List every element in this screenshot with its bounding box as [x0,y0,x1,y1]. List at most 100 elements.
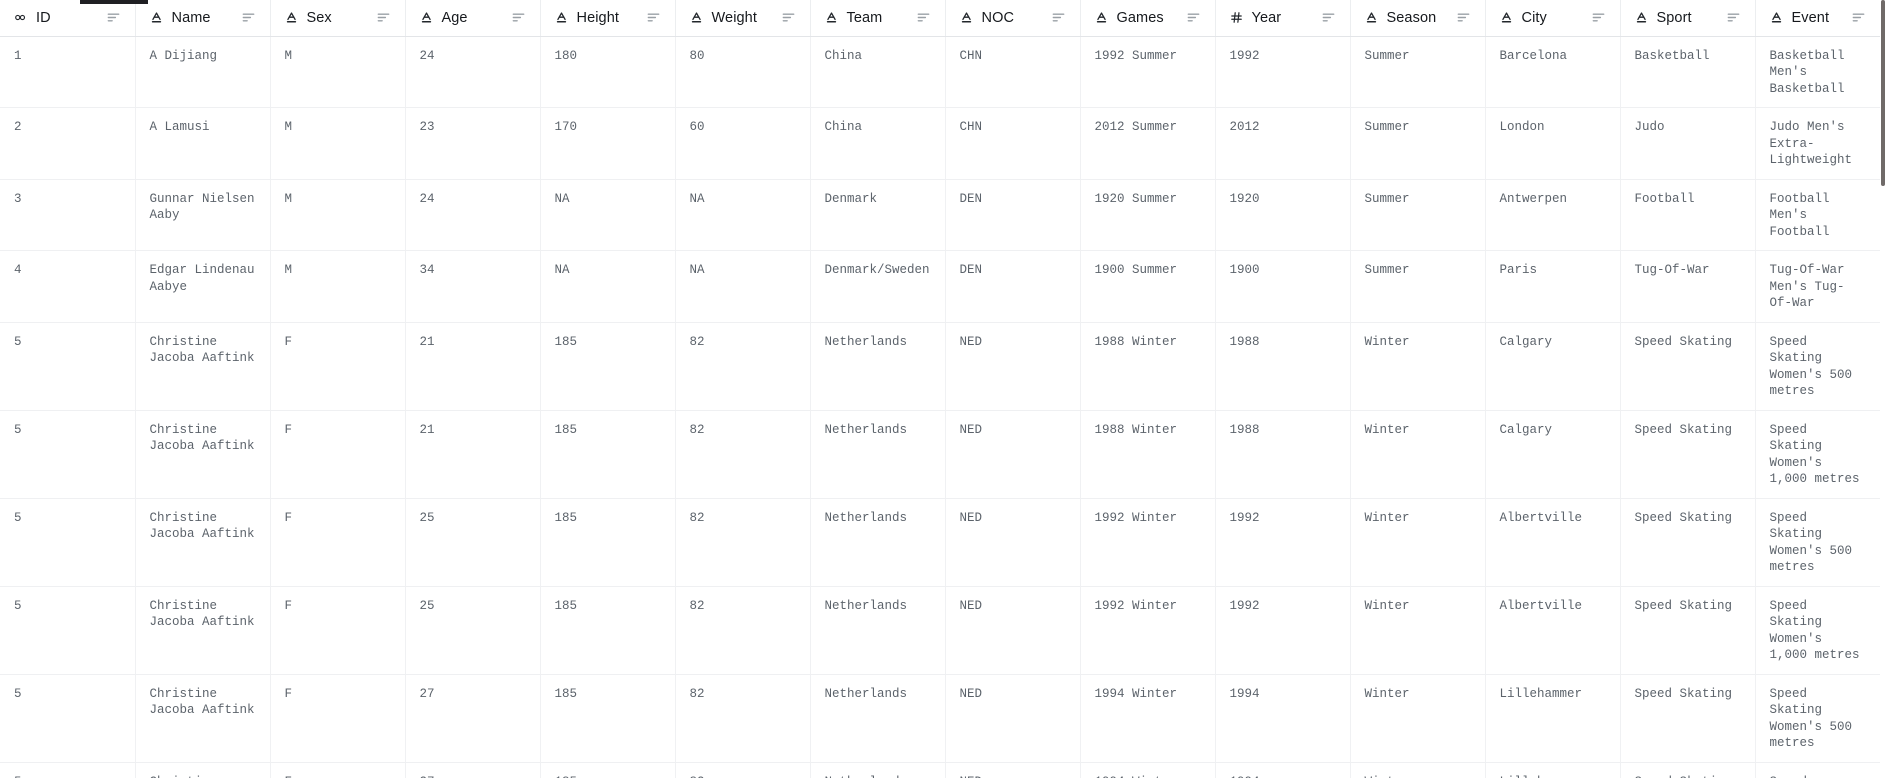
sort-icon[interactable] [781,10,796,25]
cell-height[interactable]: 185 [540,762,675,778]
table-scroll-region[interactable]: IDNameSexAgeHeightWeightTeamNOCGamesYear… [0,0,1886,778]
sort-icon[interactable] [1321,10,1336,25]
cell-year[interactable]: 1920 [1215,179,1350,251]
cell-sex[interactable]: F [270,586,405,674]
cell-name[interactable]: Christine Jacoba Aaftink [135,322,270,410]
table-row[interactable]: 5Christine Jacoba AaftinkF2518582Netherl… [0,498,1880,586]
sort-icon[interactable] [1051,10,1066,25]
cell-event[interactable]: Speed Skating Women's 1,000 metres [1755,586,1880,674]
column-header-team[interactable]: Team [810,0,945,36]
cell-season[interactable]: Summer [1350,108,1485,180]
cell-age[interactable]: 34 [405,251,540,323]
cell-height[interactable]: NA [540,179,675,251]
cell-height[interactable]: 170 [540,108,675,180]
cell-noc[interactable]: CHN [945,36,1080,108]
cell-year[interactable]: 1900 [1215,251,1350,323]
column-header-sex[interactable]: Sex [270,0,405,36]
sort-icon[interactable] [646,10,661,25]
table-row[interactable]: 5Christine Jacoba AaftinkF2118582Netherl… [0,322,1880,410]
cell-city[interactable]: Paris [1485,251,1620,323]
cell-sport[interactable]: Tug-Of-War [1620,251,1755,323]
cell-id[interactable]: 5 [0,674,135,762]
cell-season[interactable]: Winter [1350,674,1485,762]
cell-year[interactable]: 1992 [1215,586,1350,674]
horizontal-scrollbar-thumb[interactable] [80,0,148,4]
cell-age[interactable]: 27 [405,762,540,778]
column-header-height[interactable]: Height [540,0,675,36]
cell-sex[interactable]: M [270,251,405,323]
cell-city[interactable]: Calgary [1485,322,1620,410]
cell-id[interactable]: 5 [0,498,135,586]
cell-games[interactable]: 1920 Summer [1080,179,1215,251]
table-row[interactable]: 3Gunnar Nielsen AabyM24NANADenmarkDEN192… [0,179,1880,251]
cell-age[interactable]: 25 [405,498,540,586]
cell-games[interactable]: 1992 Summer [1080,36,1215,108]
cell-name[interactable]: Gunnar Nielsen Aaby [135,179,270,251]
cell-city[interactable]: Antwerpen [1485,179,1620,251]
cell-age[interactable]: 24 [405,179,540,251]
sort-icon[interactable] [376,10,391,25]
cell-season[interactable]: Summer [1350,179,1485,251]
cell-event[interactable]: Judo Men's Extra-Lightweight [1755,108,1880,180]
cell-event[interactable]: Speed Skating Women's 500 metres [1755,498,1880,586]
cell-sport[interactable]: Speed Skating [1620,674,1755,762]
column-header-noc[interactable]: NOC [945,0,1080,36]
cell-season[interactable]: Winter [1350,322,1485,410]
cell-height[interactable]: 180 [540,36,675,108]
cell-sex[interactable]: M [270,108,405,180]
cell-season[interactable]: Winter [1350,586,1485,674]
cell-city[interactable]: Lillehammer [1485,762,1620,778]
column-header-age[interactable]: Age [405,0,540,36]
cell-sport[interactable]: Speed Skating [1620,498,1755,586]
cell-city[interactable]: London [1485,108,1620,180]
column-header-event[interactable]: Event [1755,0,1880,36]
cell-city[interactable]: Albertville [1485,498,1620,586]
cell-age[interactable]: 24 [405,36,540,108]
cell-weight[interactable]: 82 [675,762,810,778]
cell-year[interactable]: 1992 [1215,498,1350,586]
cell-name[interactable]: A Dijiang [135,36,270,108]
cell-year[interactable]: 1988 [1215,410,1350,498]
cell-name[interactable]: Christine Jacoba Aaftink [135,586,270,674]
cell-event[interactable]: Speed Skating Women's 1,000 metres [1755,410,1880,498]
cell-weight[interactable]: 82 [675,322,810,410]
cell-season[interactable]: Winter [1350,410,1485,498]
column-header-games[interactable]: Games [1080,0,1215,36]
sort-icon[interactable] [916,10,931,25]
cell-sex[interactable]: F [270,410,405,498]
cell-id[interactable]: 5 [0,762,135,778]
horizontal-scrollbar[interactable] [0,0,1886,4]
cell-sex[interactable]: M [270,36,405,108]
cell-name[interactable]: Christine Jacoba Aaftink [135,674,270,762]
cell-noc[interactable]: NED [945,322,1080,410]
vertical-scrollbar-thumb[interactable] [1881,0,1885,186]
cell-city[interactable]: Barcelona [1485,36,1620,108]
cell-id[interactable]: 1 [0,36,135,108]
cell-team[interactable]: China [810,36,945,108]
cell-sex[interactable]: F [270,498,405,586]
cell-games[interactable]: 1988 Winter [1080,410,1215,498]
cell-event[interactable]: Speed Skating Women's 500 metres [1755,674,1880,762]
column-header-sport[interactable]: Sport [1620,0,1755,36]
cell-noc[interactable]: NED [945,410,1080,498]
cell-noc[interactable]: NED [945,498,1080,586]
cell-event[interactable]: Basketball Men's Basketball [1755,36,1880,108]
sort-icon[interactable] [1851,10,1866,25]
cell-name[interactable]: A Lamusi [135,108,270,180]
cell-games[interactable]: 1988 Winter [1080,322,1215,410]
cell-team[interactable]: Netherlands [810,762,945,778]
cell-height[interactable]: 185 [540,586,675,674]
cell-weight[interactable]: 82 [675,674,810,762]
table-row[interactable]: 5Christine Jacoba AaftinkF2118582Netherl… [0,410,1880,498]
cell-noc[interactable]: CHN [945,108,1080,180]
cell-id[interactable]: 4 [0,251,135,323]
sort-icon[interactable] [1591,10,1606,25]
cell-sport[interactable]: Speed Skating [1620,762,1755,778]
cell-season[interactable]: Summer [1350,36,1485,108]
cell-sex[interactable]: F [270,322,405,410]
cell-event[interactable]: Football Men's Football [1755,179,1880,251]
cell-team[interactable]: Denmark [810,179,945,251]
cell-games[interactable]: 1900 Summer [1080,251,1215,323]
cell-team[interactable]: Netherlands [810,674,945,762]
cell-year[interactable]: 2012 [1215,108,1350,180]
